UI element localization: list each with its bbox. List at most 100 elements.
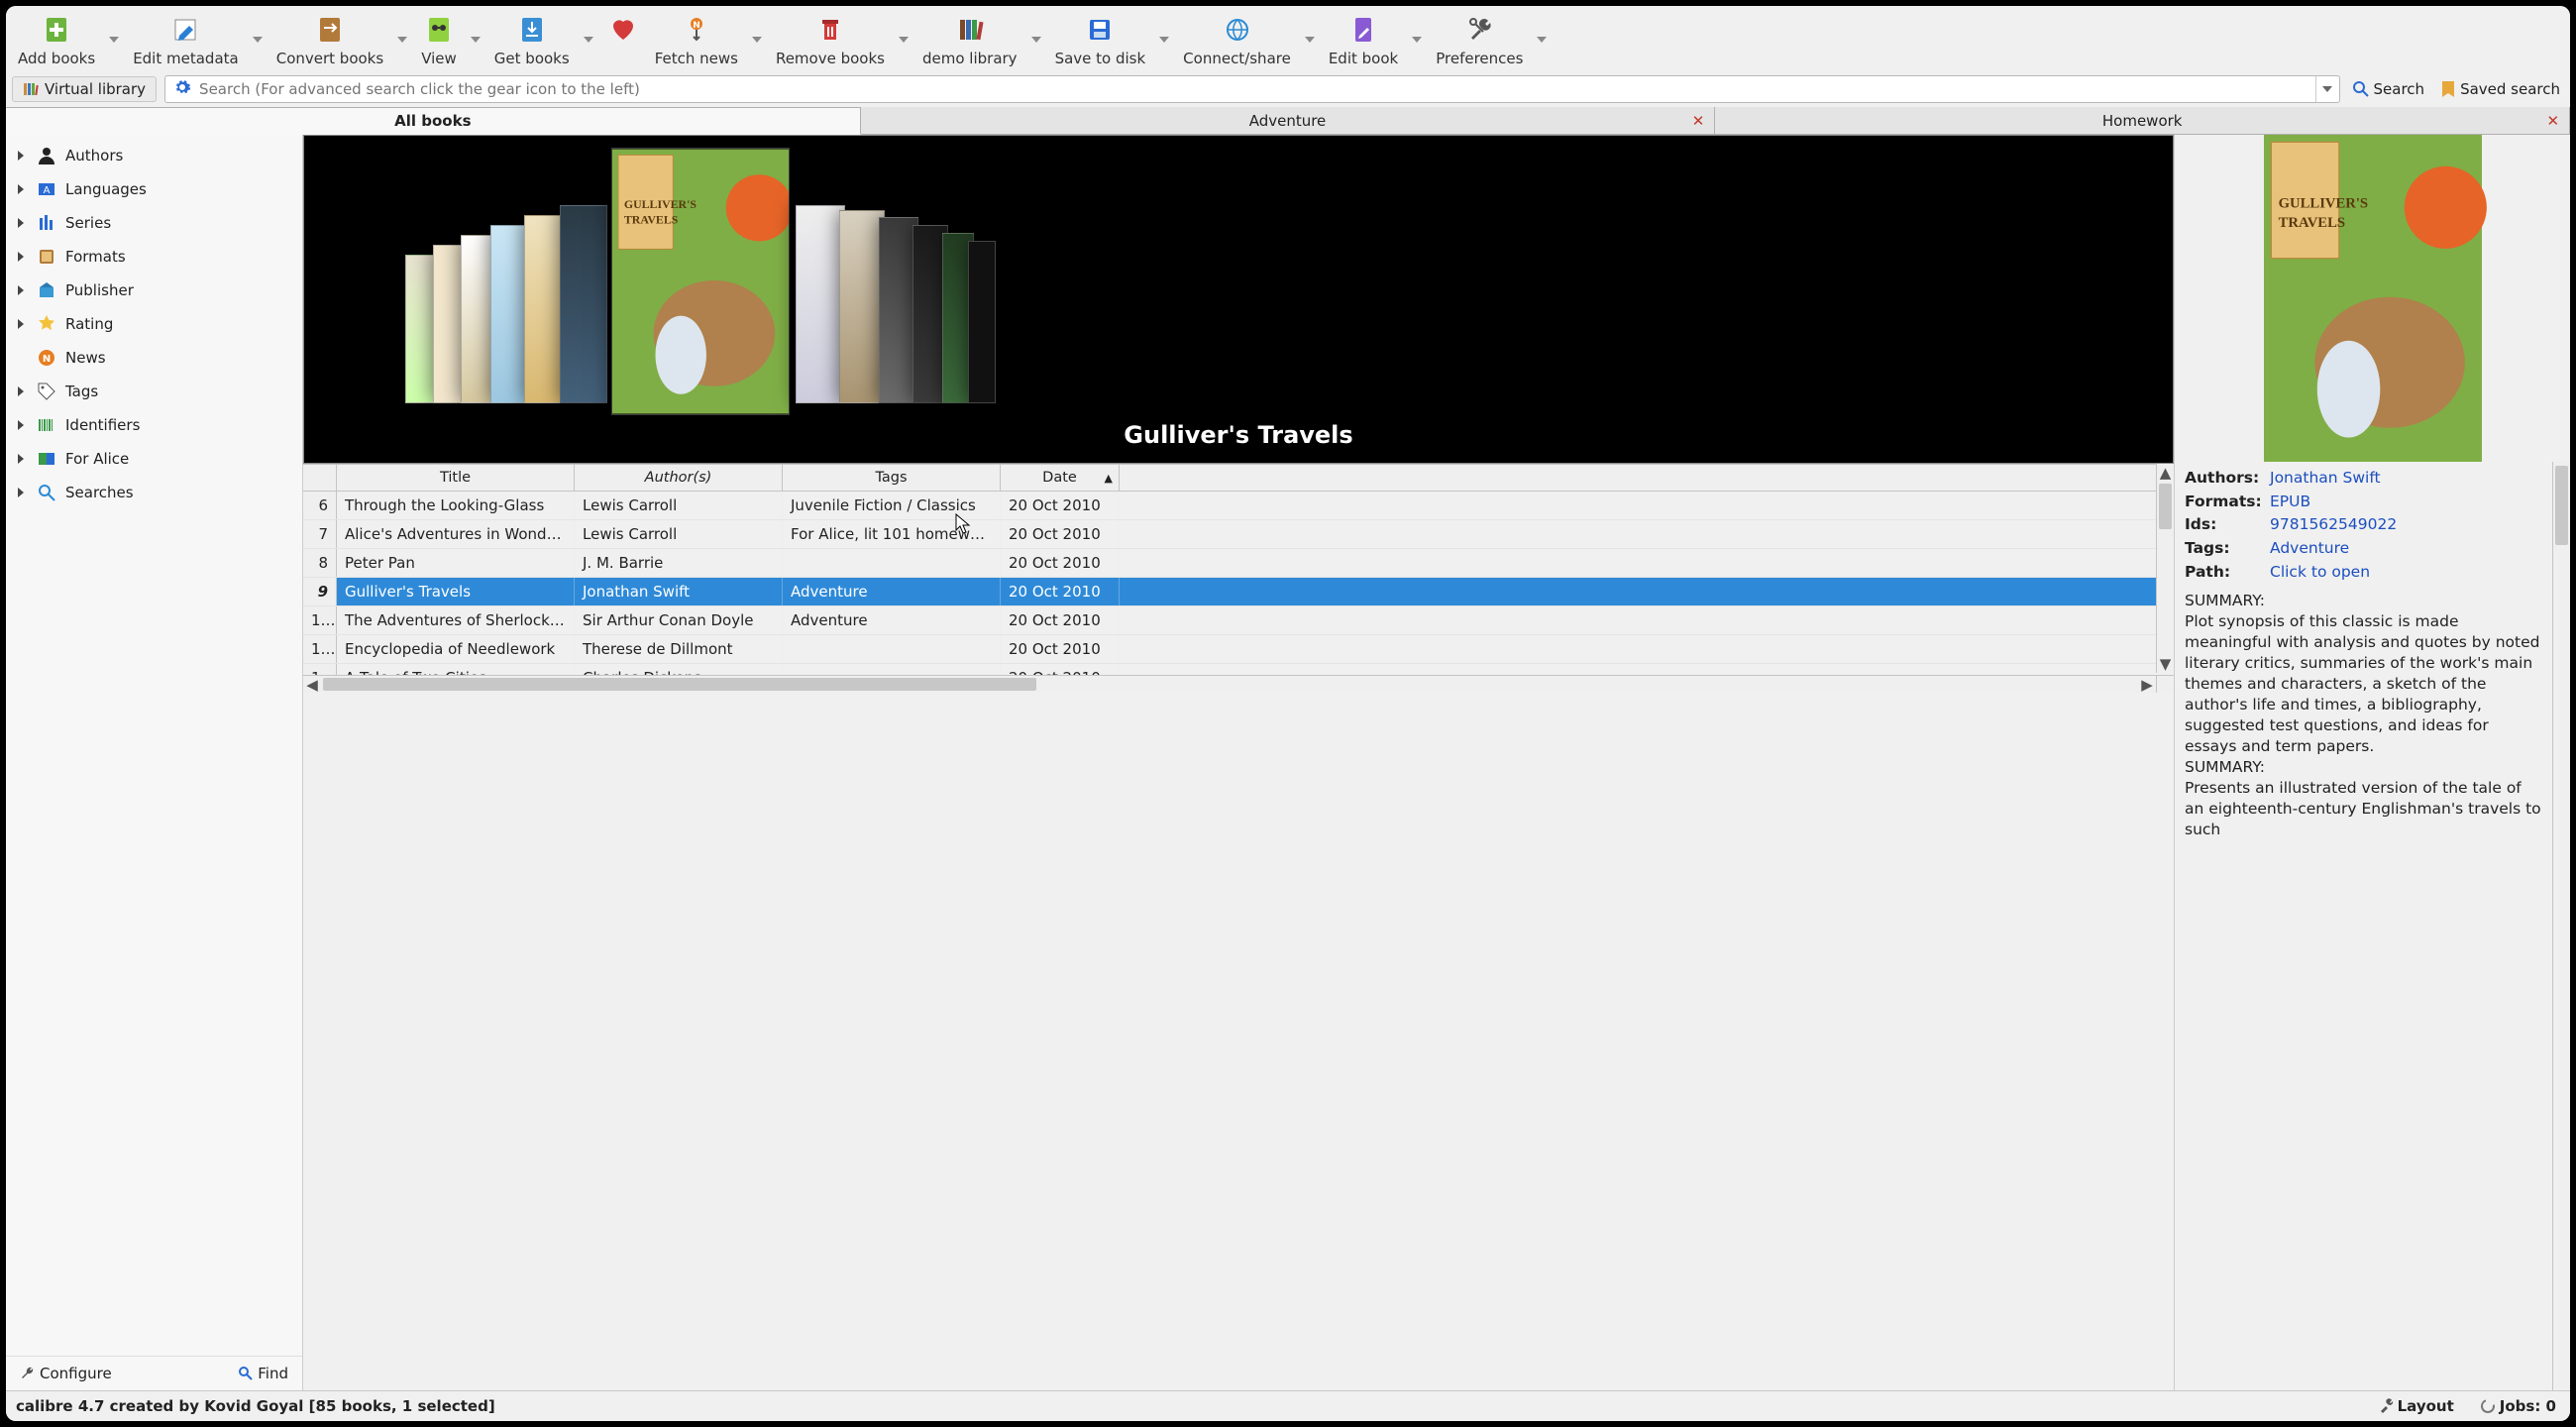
find-button[interactable]: Find xyxy=(234,1363,292,1384)
edit-dropdown[interactable] xyxy=(247,10,268,69)
cell-n: 10 xyxy=(303,606,337,634)
table-row[interactable]: 10The Adventures of Sherlock H…Sir Arthu… xyxy=(303,606,2174,635)
list-vertical-scrollbar[interactable]: ▲▼ xyxy=(2156,464,2174,673)
remove-button[interactable]: Remove books xyxy=(768,10,893,69)
searches-icon xyxy=(36,482,57,503)
save-label: Save to disk xyxy=(1055,50,1146,67)
sidebar-item-series[interactable]: Series xyxy=(6,206,302,240)
cover-main: GULLIVER'S TRAVELS xyxy=(611,148,790,415)
details-cover[interactable]: GULLIVER'S TRAVELS xyxy=(2259,135,2487,462)
view-button[interactable]: View xyxy=(413,10,465,69)
search-button[interactable]: Search xyxy=(2348,78,2429,100)
ids-value[interactable]: 9781562549022 xyxy=(2270,514,2397,536)
sidebar-item-news[interactable]: NNews xyxy=(6,341,302,375)
svg-text:N: N xyxy=(693,21,700,31)
sidebar-item-rating[interactable]: Rating xyxy=(6,307,302,341)
view-dropdown[interactable] xyxy=(465,10,486,69)
close-icon[interactable]: ✕ xyxy=(1692,112,1705,130)
view-icon xyxy=(423,14,455,46)
editbook-dropdown[interactable] xyxy=(1406,10,1428,69)
prefs-dropdown[interactable] xyxy=(1531,10,1553,69)
cell-title: Through the Looking-Glass xyxy=(337,492,575,519)
table-row[interactable]: 8Peter PanJ. M. Barrie20 Oct 2010 xyxy=(303,549,2174,578)
jobs-button[interactable]: Jobs: 0 xyxy=(2476,1395,2560,1417)
chevron-right-icon xyxy=(18,281,28,299)
get-button[interactable]: Get books xyxy=(486,10,578,69)
table-row[interactable]: 9Gulliver's TravelsJonathan SwiftAdventu… xyxy=(303,578,2174,606)
list-horizontal-scrollbar[interactable]: ◀▶ xyxy=(303,675,2156,693)
svg-text:A: A xyxy=(44,185,51,196)
prefs-label: Preferences xyxy=(1436,50,1523,67)
saved-search-button[interactable]: Saved search xyxy=(2436,78,2564,100)
search-history-dropdown[interactable] xyxy=(2315,76,2339,102)
save-button[interactable]: Save to disk xyxy=(1047,10,1154,69)
search-row: Virtual library Search Saved search xyxy=(6,71,2570,107)
tab-all[interactable]: All books xyxy=(6,107,861,135)
cell-date: 20 Oct 2010 xyxy=(1001,520,1120,548)
get-dropdown[interactable] xyxy=(578,10,599,69)
sidebar-item-authors[interactable]: Authors xyxy=(6,139,302,172)
column-header[interactable] xyxy=(303,465,337,491)
prefs-button[interactable]: Preferences xyxy=(1428,10,1531,69)
add-button[interactable]: Add books xyxy=(10,10,103,69)
path-value[interactable]: Click to open xyxy=(2270,562,2370,584)
details-vertical-scrollbar[interactable] xyxy=(2552,462,2570,1390)
cover-browser[interactable]: GULLIVER'S TRAVELS Gulliver's Travels xyxy=(303,135,2174,464)
table-row[interactable]: 7Alice's Adventures in Wonderl…Lewis Car… xyxy=(303,520,2174,549)
svg-text:TRAVELS: TRAVELS xyxy=(624,213,679,227)
cell-n: 9 xyxy=(303,578,337,605)
convert-button[interactable]: Convert books xyxy=(268,10,391,69)
books-icon xyxy=(23,81,39,97)
virtual-library-button[interactable]: Virtual library xyxy=(12,76,157,102)
remove-dropdown[interactable] xyxy=(893,10,914,69)
gear-icon[interactable] xyxy=(165,78,199,100)
add-dropdown[interactable] xyxy=(103,10,125,69)
tab-hw[interactable]: Homework✕ xyxy=(1715,107,2570,134)
column-header[interactable]: Author(s) xyxy=(575,465,783,491)
convert-dropdown[interactable] xyxy=(391,10,413,69)
editbook-button[interactable]: Edit book xyxy=(1321,10,1406,69)
sidebar-item-identifiers[interactable]: Identifiers xyxy=(6,408,302,442)
column-header[interactable]: Tags xyxy=(783,465,1001,491)
search-input[interactable] xyxy=(199,80,2314,98)
convert-label: Convert books xyxy=(276,50,383,67)
library-dropdown[interactable] xyxy=(1025,10,1047,69)
tab-adv[interactable]: Adventure ✕ xyxy=(861,107,1716,134)
main-toolbar: Add books Edit metadata Convert books View G… xyxy=(6,6,2570,71)
table-row[interactable]: 11Encyclopedia of NeedleworkTherese de D… xyxy=(303,635,2174,664)
svg-text:GULLIVER'S: GULLIVER'S xyxy=(624,197,698,211)
sidebar-item-foralice[interactable]: For Alice xyxy=(6,442,302,476)
sidebar-item-languages[interactable]: A Languages xyxy=(6,172,302,206)
library-button[interactable]: demo library xyxy=(914,10,1025,69)
fetch-button[interactable]: NFetch news xyxy=(647,10,746,69)
close-icon[interactable]: ✕ xyxy=(2546,112,2559,130)
status-text: calibre 4.7 created by Kovid Goyal [85 b… xyxy=(16,1397,495,1415)
sidebar-item-formats[interactable]: Formats xyxy=(6,240,302,274)
column-header[interactable]: Title xyxy=(337,465,575,491)
tab-label: Adventure xyxy=(1249,112,1327,130)
table-row[interactable]: 6Through the Looking-GlassLewis CarrollJ… xyxy=(303,492,2174,520)
sidebar-item-publisher[interactable]: Publisher xyxy=(6,274,302,307)
configure-button[interactable]: Configure xyxy=(16,1363,116,1384)
bookmark-icon xyxy=(2440,80,2456,98)
search-button-label: Search xyxy=(2374,80,2425,98)
edit-button[interactable]: Edit metadata xyxy=(125,10,247,69)
cell-author: Lewis Carroll xyxy=(575,520,783,548)
saved-search-label: Saved search xyxy=(2460,80,2560,98)
sidebar-item-tags[interactable]: Tags xyxy=(6,375,302,408)
connect-button[interactable]: Connect/share xyxy=(1175,10,1299,69)
heart-button[interactable] xyxy=(599,10,647,52)
authors-value[interactable]: Jonathan Swift xyxy=(2270,468,2381,490)
layout-button[interactable]: Layout xyxy=(2374,1395,2458,1417)
connect-dropdown[interactable] xyxy=(1299,10,1321,69)
fetch-dropdown[interactable] xyxy=(746,10,768,69)
save-dropdown[interactable] xyxy=(1153,10,1175,69)
formats-value[interactable]: EPUB xyxy=(2270,492,2310,513)
cell-tags: Adventure xyxy=(783,606,1001,634)
tags-value[interactable]: Adventure xyxy=(2270,538,2349,560)
sidebar-item-label: Languages xyxy=(65,180,147,198)
column-header[interactable]: Date▲ xyxy=(1001,465,1120,491)
sidebar-item-searches[interactable]: Searches xyxy=(6,476,302,509)
column-header-label: Tags xyxy=(875,470,907,486)
publisher-icon xyxy=(36,279,57,301)
